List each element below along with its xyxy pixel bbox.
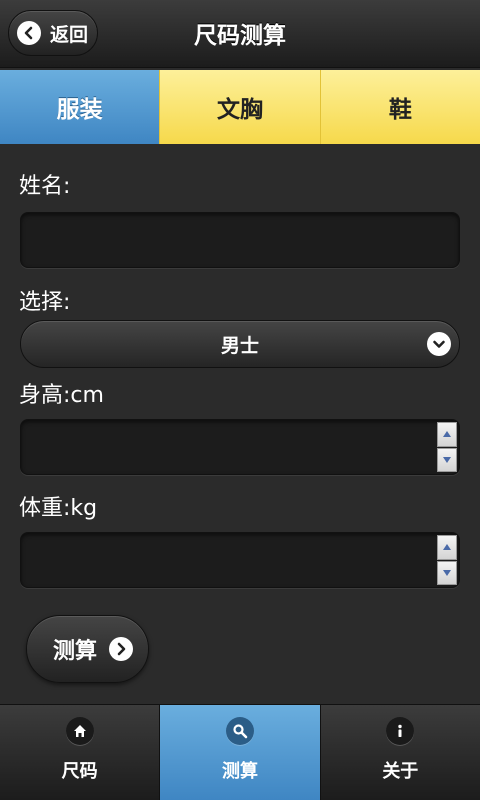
height-label: 身高:cm [19, 383, 104, 408]
weight-decrement-button[interactable] [437, 560, 457, 585]
weight-increment-button[interactable] [437, 535, 457, 560]
nav-item-calculate[interactable]: 测算 [159, 705, 320, 800]
tab-shoes[interactable]: 鞋 [319, 70, 480, 144]
name-label: 姓名: [19, 174, 71, 199]
category-tabs: 服装 文胸 鞋 [0, 70, 480, 144]
nav-item-about-label: 关于 [382, 761, 419, 782]
height-input[interactable] [20, 419, 460, 475]
chevron-right-icon [109, 637, 134, 661]
nav-item-about[interactable]: 关于 [319, 705, 480, 800]
weight-input[interactable] [20, 532, 460, 588]
height-increment-button[interactable] [437, 422, 457, 447]
nav-item-size[interactable]: 尺码 [0, 705, 160, 800]
nav-item-calculate-label: 测算 [221, 761, 258, 782]
gender-select[interactable]: 男士 [20, 320, 460, 368]
name-input[interactable] [20, 212, 460, 268]
tab-bra[interactable]: 文胸 [159, 70, 320, 144]
page-title: 尺码测算 [194, 23, 286, 49]
header-bar: 返回 尺码测算 [0, 0, 480, 68]
home-icon [65, 717, 94, 745]
search-icon [225, 717, 254, 745]
gender-select-value: 男士 [220, 334, 259, 357]
height-decrement-button[interactable] [437, 447, 457, 472]
gender-select-label: 选择: [19, 290, 71, 315]
info-icon [386, 717, 415, 745]
tab-clothing[interactable]: 服装 [0, 70, 160, 144]
weight-spinner [437, 535, 457, 585]
weight-label: 体重:kg [19, 496, 98, 521]
calculate-button[interactable]: 测算 [26, 615, 149, 683]
chevron-down-icon [427, 332, 451, 356]
bottom-nav: 尺码 测算 关于 [0, 704, 480, 800]
calculate-button-label: 测算 [53, 639, 98, 664]
nav-item-size-label: 尺码 [61, 761, 98, 782]
height-spinner [437, 422, 457, 472]
